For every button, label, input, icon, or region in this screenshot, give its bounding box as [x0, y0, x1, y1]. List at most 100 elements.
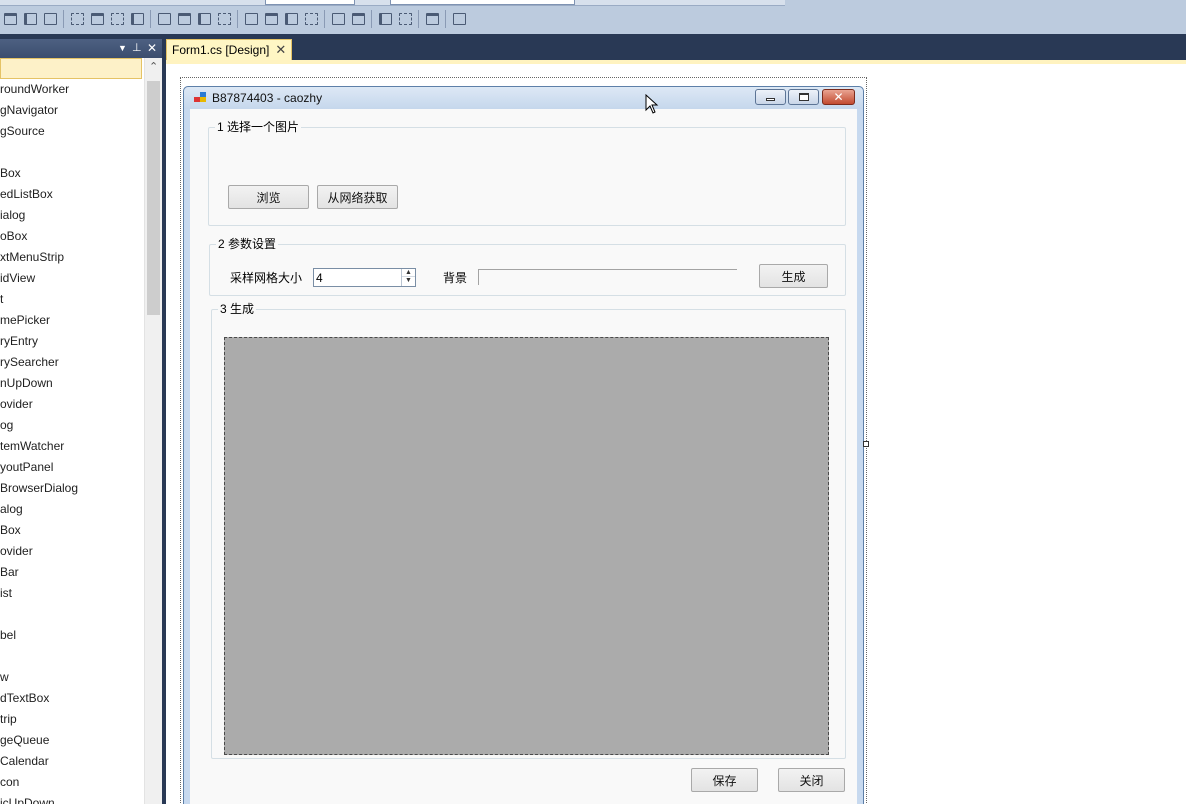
toolbox-item[interactable]: gSource — [0, 121, 144, 142]
toolbox-item[interactable]: ist — [0, 583, 144, 604]
make-same-size-icon[interactable] — [107, 9, 127, 29]
vertical-spacing-increase-icon[interactable] — [261, 9, 281, 29]
grid-size-stepper[interactable]: 4 ▲ ▼ — [313, 268, 416, 287]
fetch-from-web-button[interactable]: 从网络获取 — [317, 185, 398, 209]
toolbox-item[interactable]: ryEntry — [0, 331, 144, 352]
toolbox-item[interactable]: icUpDown — [0, 793, 144, 804]
form-icon — [194, 92, 206, 103]
toolbox-item[interactable]: idView — [0, 268, 144, 289]
close-icon: ✕ — [833, 90, 844, 104]
horizontal-spacing-decrease-icon[interactable] — [194, 9, 214, 29]
toolbox-item[interactable]: w — [0, 667, 144, 688]
grid-size-label: 采样网格大小 — [230, 271, 303, 285]
layout-toolbar-row — [0, 8, 469, 30]
toolbox-item[interactable]: Calendar — [0, 751, 144, 772]
toolbox-item[interactable]: BrowserDialog — [0, 478, 144, 499]
group-parameters[interactable]: 2 参数设置 采样网格大小 4 ▲ ▼ 背景 生成 — [209, 237, 846, 296]
toolbox-item[interactable]: youtPanel — [0, 457, 144, 478]
toolbox-item[interactable]: t — [0, 289, 144, 310]
background-color-field[interactable] — [478, 269, 737, 285]
tab-order-icon[interactable] — [422, 9, 442, 29]
toolbox-item[interactable]: alog — [0, 499, 144, 520]
scrollbar-thumb[interactable] — [147, 81, 160, 315]
toolbox-item[interactable]: rySearcher — [0, 352, 144, 373]
grid-size-value: 4 — [316, 271, 323, 285]
browse-button[interactable]: 浏览 — [228, 185, 309, 209]
toolbox-item[interactable]: con — [0, 772, 144, 793]
vertical-spacing-decrease-icon[interactable] — [281, 9, 301, 29]
toolbox-header: ▼ ⊥ ✕ — [0, 39, 162, 58]
close-button[interactable]: 关闭 — [778, 768, 845, 792]
maximize-button[interactable] — [788, 89, 819, 105]
group-legend: 1 选择一个图片 — [215, 120, 302, 134]
toolbox-item[interactable]: og — [0, 415, 144, 436]
group-output: 3 生成 — [211, 302, 846, 759]
minimize-button[interactable] — [755, 89, 786, 105]
toolbox-panel: ▼ ⊥ ✕ roundWorker gNavigator gSource Box edL… — [0, 39, 162, 804]
save-button[interactable]: 保存 — [691, 768, 758, 792]
toolbox-item[interactable]: Box — [0, 520, 144, 541]
size-to-grid-icon[interactable] — [127, 9, 147, 29]
horizontal-spacing-equal-icon[interactable] — [154, 9, 174, 29]
pin-icon[interactable]: ⊥ — [132, 41, 142, 55]
close-icon[interactable]: ✕ — [147, 41, 157, 55]
toolbox-item[interactable]: bel — [0, 625, 144, 646]
group-select-image[interactable]: 1 选择一个图片 浏览 从网络获取 — [208, 120, 846, 226]
stepper-arrows[interactable]: ▲ ▼ — [401, 269, 415, 286]
tab-form1-design[interactable]: Form1.cs [Design] ✕ — [166, 39, 292, 60]
resize-handle[interactable] — [863, 441, 869, 447]
toolbox-item[interactable]: oBox — [0, 226, 144, 247]
send-to-back-icon[interactable] — [395, 9, 415, 29]
align-bottom-icon[interactable] — [40, 9, 60, 29]
toolbar-overflow-icon[interactable] — [449, 9, 469, 29]
document-tab-strip: Form1.cs [Design] ✕ — [166, 39, 1186, 60]
bring-to-front-icon[interactable] — [375, 9, 395, 29]
horizontal-spacing-increase-icon[interactable] — [174, 9, 194, 29]
maximize-icon — [798, 93, 809, 101]
toolbox-item[interactable]: edListBox — [0, 184, 144, 205]
vertical-spacing-equal-icon[interactable] — [241, 9, 261, 29]
toolbox-item[interactable]: ialog — [0, 205, 144, 226]
toolbar-combo-right[interactable] — [390, 0, 575, 5]
toolbox-item[interactable]: Box — [0, 163, 144, 184]
horizontal-spacing-remove-icon[interactable] — [214, 9, 234, 29]
chevron-up-icon[interactable]: ▲ — [402, 269, 415, 277]
output-picture-box[interactable] — [224, 337, 829, 755]
group-legend: 3 生成 — [218, 302, 257, 316]
vertical-spacing-remove-icon[interactable] — [301, 9, 321, 29]
toolbox-item[interactable]: ovider — [0, 394, 144, 415]
toolbox-selected-item[interactable] — [0, 58, 142, 79]
toolbox-item[interactable]: xtMenuStrip — [0, 247, 144, 268]
window-close-button[interactable]: ✕ — [822, 89, 855, 105]
generate-button[interactable]: 生成 — [759, 264, 828, 288]
chevron-up-icon[interactable]: ⌃ — [149, 62, 158, 73]
make-same-width-icon[interactable] — [67, 9, 87, 29]
chevron-down-icon[interactable]: ▼ — [118, 41, 127, 55]
center-horizontally-icon[interactable] — [328, 9, 348, 29]
toolbox-item[interactable]: ovider — [0, 541, 144, 562]
close-icon[interactable]: ✕ — [275, 43, 286, 56]
toolbox-item[interactable] — [0, 142, 144, 163]
form-window[interactable]: B87874403 - caozhy ✕ 1 选择一个图片 浏览 从网络获取 2… — [183, 86, 864, 804]
toolbox-item[interactable]: trip — [0, 709, 144, 730]
toolbox-item[interactable]: gNavigator — [0, 100, 144, 121]
toolbox-item[interactable]: temWatcher — [0, 436, 144, 457]
toolbox-scrollbar[interactable]: ⌃ — [144, 58, 162, 804]
form-title-bar[interactable]: B87874403 - caozhy ✕ — [184, 87, 863, 109]
chevron-down-icon[interactable]: ▼ — [402, 277, 415, 285]
toolbox-item[interactable]: mePicker — [0, 310, 144, 331]
toolbox-item[interactable]: geQueue — [0, 730, 144, 751]
toolbox-item[interactable]: nUpDown — [0, 373, 144, 394]
make-same-height-icon[interactable] — [87, 9, 107, 29]
align-middle-icon[interactable] — [20, 9, 40, 29]
form-title: B87874403 - caozhy — [212, 91, 323, 105]
designer-toolbar — [0, 0, 1186, 34]
toolbox-item[interactable]: dTextBox — [0, 688, 144, 709]
align-top-icon[interactable] — [0, 9, 20, 29]
toolbox-item[interactable]: Bar — [0, 562, 144, 583]
toolbox-item[interactable]: roundWorker — [0, 79, 144, 100]
toolbox-item[interactable] — [0, 604, 144, 625]
toolbar-combo-left[interactable] — [265, 0, 355, 5]
toolbox-item[interactable] — [0, 646, 144, 667]
center-vertically-icon[interactable] — [348, 9, 368, 29]
